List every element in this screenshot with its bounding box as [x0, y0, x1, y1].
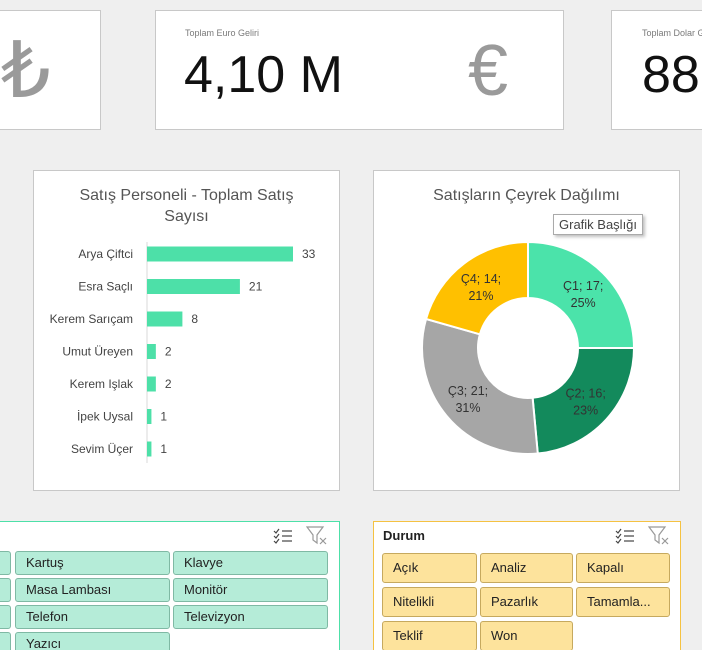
- kpi-dollar-label: Toplam Dolar Geliri: [642, 28, 702, 38]
- slicer-item-won[interactable]: Won: [480, 621, 573, 650]
- bar: [147, 409, 152, 424]
- donut-chart-card[interactable]: Satışların Çeyrek Dağılımı Ç1; 17; 25% Ç2;…: [373, 170, 680, 491]
- slicer-item-yazici[interactable]: Yazıcı: [15, 632, 170, 650]
- kpi-euro-value: 4,10 M: [184, 46, 343, 104]
- bar: [147, 376, 156, 392]
- bar-category-label: Sevim Üçer: [71, 442, 133, 456]
- slicer-item-edge-4[interactable]: [0, 632, 11, 650]
- bar-chart-plot: Arya Çiftci 33Esra Saçlı 21Kerem Sarıçam 8U…: [50, 242, 316, 463]
- bar-category-label: Kerem Sarıçam: [50, 312, 133, 326]
- durum-slicer: Durum Açık Analiz Kapalı Nitelikli Pazar…: [373, 521, 681, 650]
- kpi-card-tl: ₺: [0, 10, 101, 130]
- bar-value-label: 1: [160, 410, 167, 424]
- donut-slice-label: 31%: [455, 401, 480, 415]
- bar-category-label: Arya Çiftci: [78, 247, 133, 261]
- slicer-item-analiz[interactable]: Analiz: [480, 553, 573, 583]
- donut-slice-label: Ç1; 17;: [563, 279, 603, 293]
- bar: [147, 279, 240, 294]
- slicer-item-televizyon[interactable]: Televizyon: [173, 605, 328, 629]
- donut-slice-label: Ç4; 14;: [461, 272, 501, 286]
- bar-value-label: 2: [165, 345, 172, 359]
- lira-icon: ₺: [1, 26, 51, 114]
- kpi-dollar-value: 88: [642, 46, 700, 104]
- slicer-item-telefon[interactable]: Telefon: [15, 605, 170, 629]
- bar: [147, 311, 183, 327]
- euro-icon: €: [468, 31, 509, 111]
- slicer-item-kapali[interactable]: Kapalı: [576, 553, 670, 583]
- bar: [147, 246, 293, 262]
- clear-filter-icon[interactable]: [305, 526, 328, 546]
- donut-slice: [531, 347, 636, 455]
- bar-category-label: İpek Uysal: [77, 410, 133, 424]
- slicer-item-tamamlandi[interactable]: Tamamla...: [576, 587, 670, 617]
- multi-select-icon[interactable]: [273, 527, 293, 545]
- bar-category-label: Kerem Işlak: [70, 377, 134, 391]
- kpi-card-euro: Toplam Euro Geliri 4,10 M €: [155, 10, 564, 130]
- kpi-card-dollar: Toplam Dolar Geliri 88: [611, 10, 702, 130]
- slicer-item-masa-lambasi[interactable]: Masa Lambası: [15, 578, 170, 602]
- bar-chart-card[interactable]: Satış Personeli - Toplam Satış Sayısı Ar…: [33, 170, 340, 491]
- bar: [147, 441, 152, 457]
- bar: [147, 344, 156, 359]
- slicer-item-teklif[interactable]: Teklif: [382, 621, 477, 650]
- durum-slicer-title: Durum: [383, 528, 425, 543]
- bar-value-label: 8: [191, 312, 198, 326]
- bar-category-label: Umut Üreyen: [62, 345, 133, 359]
- bar-value-label: 21: [249, 280, 263, 294]
- bar-category-label: Esra Saçlı: [78, 280, 133, 294]
- bar-value-label: 33: [302, 247, 316, 261]
- slicer-item-kartus[interactable]: Kartuş: [15, 551, 170, 575]
- clear-filter-icon[interactable]: [647, 526, 670, 546]
- bar-value-label: 2: [165, 377, 172, 391]
- donut-slice-label: Ç2; 16;: [565, 387, 605, 401]
- slicer-item-edge-2[interactable]: [0, 578, 11, 602]
- chart-title-tooltip: Grafik Başlığı: [553, 214, 644, 235]
- bar-value-label: 1: [160, 442, 167, 456]
- slicer-item-edge-1[interactable]: [0, 551, 11, 575]
- multi-select-icon[interactable]: [615, 527, 635, 545]
- slicer-item-klavye[interactable]: Klavye: [173, 551, 328, 575]
- slicer-item-acik[interactable]: Açık: [382, 553, 477, 583]
- donut-slice-label: Ç3; 21;: [448, 384, 488, 398]
- donut-slice-label: 21%: [468, 289, 493, 303]
- slicer-item-nitelikli[interactable]: Nitelikli: [382, 587, 477, 617]
- kpi-euro-label: Toplam Euro Geliri: [185, 28, 260, 38]
- slicer-item-monitor[interactable]: Monitör: [173, 578, 328, 602]
- slicer-item-edge-3[interactable]: [0, 605, 11, 629]
- donut-slice-label: 23%: [573, 404, 598, 418]
- product-slicer: Kartuş Klavye Masa Lambası Monitör Telef…: [0, 521, 340, 650]
- donut-slice-label: 25%: [571, 296, 596, 310]
- slicer-item-pazarlik[interactable]: Pazarlık: [480, 587, 573, 617]
